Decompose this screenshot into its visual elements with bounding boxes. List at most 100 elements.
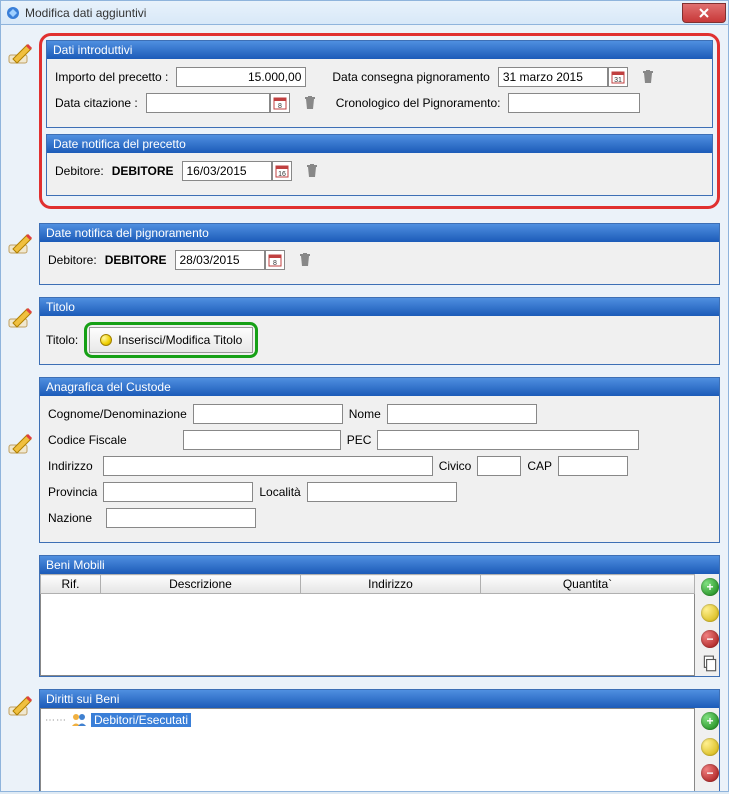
col-quantita: Quantita` [481, 575, 695, 594]
calendar-button-pignoramento[interactable]: 8 [265, 250, 285, 270]
edit-diritti-button[interactable] [701, 738, 719, 756]
panel-header-titolo: Titolo [40, 298, 719, 316]
panel-diritti: Diritti sui Beni ⋯⋯ Debitori/Esecutati [39, 689, 720, 792]
svg-text:16: 16 [278, 171, 286, 178]
trash-icon [642, 70, 654, 84]
date-pignoramento-input[interactable] [175, 250, 265, 270]
panel-notifica-pignoramento: Date notifica del pignoramento Debitore:… [39, 223, 720, 285]
localita-input[interactable] [307, 482, 457, 502]
debitore-label-pignoramento: Debitore: [48, 253, 97, 267]
copy-icon [701, 655, 719, 673]
app-icon [5, 5, 21, 21]
add-diritti-button[interactable]: + [701, 712, 719, 730]
cronologico-input[interactable] [508, 93, 640, 113]
panel-custode: Anagrafica del Custode Cognome/Denominaz… [39, 377, 720, 543]
window-title: Modifica dati aggiuntivi [25, 6, 146, 20]
edit-diritti-icon[interactable] [5, 689, 35, 719]
cf-input[interactable] [183, 430, 341, 450]
col-indirizzo: Indirizzo [301, 575, 481, 594]
edit-notifica-pignoramento-icon[interactable] [5, 227, 35, 257]
panel-notifica-precetto: Date notifica del precetto Debitore: DEB… [46, 134, 713, 196]
panel-header-notifica-pignoramento: Date notifica del pignoramento [40, 224, 719, 242]
trash-citazione[interactable] [302, 93, 318, 113]
data-citazione-input[interactable] [146, 93, 270, 113]
calendar-icon: 8 [268, 253, 282, 267]
panel-header-dati-introduttivi: Dati introduttivi [47, 41, 712, 59]
trash-icon [304, 96, 316, 110]
titolo-label: Titolo: [46, 333, 78, 347]
tree-node-label: Debitori/Esecutati [91, 713, 191, 727]
calendar-icon: 31 [611, 70, 625, 84]
people-icon [71, 713, 87, 727]
tree-node-debitori[interactable]: ⋯⋯ Debitori/Esecutati [45, 713, 690, 727]
remove-diritti-button[interactable]: − [701, 764, 719, 782]
trash-icon [299, 253, 311, 267]
beni-mobili-grid-body[interactable] [40, 594, 695, 676]
nome-input[interactable] [387, 404, 537, 424]
diritti-tree[interactable]: ⋯⋯ Debitori/Esecutati [40, 708, 695, 792]
provincia-label: Provincia [48, 485, 97, 499]
tree-connector-icon: ⋯⋯ [45, 715, 67, 726]
remove-beni-button[interactable]: − [701, 630, 719, 648]
indirizzo-label: Indirizzo [48, 459, 93, 473]
panel-header-custode: Anagrafica del Custode [40, 378, 719, 396]
trash-consegna[interactable] [640, 67, 656, 87]
svg-text:8: 8 [278, 103, 282, 110]
col-rif: Rif. [41, 575, 101, 594]
cap-input[interactable] [558, 456, 628, 476]
edit-custode-icon[interactable] [5, 427, 35, 457]
panel-dati-introduttivi: Dati introduttivi Importo del precetto :… [46, 40, 713, 128]
content-area: Dati introduttivi Importo del precetto :… [0, 24, 729, 792]
add-beni-button[interactable]: + [701, 578, 719, 596]
close-button[interactable] [682, 3, 726, 23]
calendar-button-precetto[interactable]: 16 [272, 161, 292, 181]
pec-label: PEC [347, 433, 372, 447]
col-descrizione: Descrizione [101, 575, 301, 594]
panel-titolo: Titolo Titolo: Inserisci/Modifica Titolo [39, 297, 720, 365]
beni-mobili-table[interactable]: Rif. Descrizione Indirizzo Quantita` [40, 574, 695, 594]
cap-label: CAP [527, 459, 552, 473]
importo-input[interactable] [176, 67, 306, 87]
titlebar: Modifica dati aggiuntivi [0, 0, 729, 24]
calendar-button-consegna[interactable]: 31 [608, 67, 628, 87]
panel-header-notifica-precetto: Date notifica del precetto [47, 135, 712, 153]
titolo-button-label: Inserisci/Modifica Titolo [118, 333, 242, 347]
inserisci-modifica-titolo-button[interactable]: Inserisci/Modifica Titolo [89, 327, 253, 353]
calendar-icon: 8 [273, 96, 287, 110]
nome-label: Nome [349, 407, 381, 421]
cognome-label: Cognome/Denominazione [48, 407, 187, 421]
debitore-name-precetto: DEBITORE [112, 164, 174, 178]
svg-text:31: 31 [614, 77, 622, 84]
cognome-input[interactable] [193, 404, 343, 424]
calendar-button-citazione[interactable]: 8 [270, 93, 290, 113]
calendar-icon: 16 [275, 164, 289, 178]
edit-titolo-icon[interactable] [5, 301, 35, 331]
cf-label: Codice Fiscale [48, 433, 127, 447]
trash-icon [306, 164, 318, 178]
edit-dati-introduttivi-icon[interactable] [5, 37, 35, 67]
close-icon [699, 8, 709, 18]
civico-input[interactable] [477, 456, 521, 476]
panel-header-beni-mobili: Beni Mobili [40, 556, 719, 574]
nazione-input[interactable] [106, 508, 256, 528]
indirizzo-input[interactable] [103, 456, 433, 476]
localita-label: Località [259, 485, 300, 499]
panel-header-diritti: Diritti sui Beni [40, 690, 719, 708]
data-consegna-input[interactable] [498, 67, 608, 87]
pec-input[interactable] [377, 430, 639, 450]
data-consegna-label: Data consegna pignoramento [332, 70, 489, 84]
date-precetto-input[interactable] [182, 161, 272, 181]
status-dot-icon [100, 334, 112, 346]
civico-label: Civico [439, 459, 472, 473]
copy-beni-button[interactable] [701, 656, 719, 672]
debitore-name-pignoramento: DEBITORE [105, 253, 167, 267]
cronologico-label: Cronologico del Pignoramento: [336, 96, 501, 110]
trash-pignoramento[interactable] [297, 250, 313, 270]
panel-beni-mobili: Beni Mobili Rif. Descrizione Indirizzo Q… [39, 555, 720, 677]
nazione-label: Nazione [48, 511, 92, 525]
trash-precetto[interactable] [304, 161, 320, 181]
edit-beni-button[interactable] [701, 604, 719, 622]
debitore-label-precetto: Debitore: [55, 164, 104, 178]
importo-label: Importo del precetto : [55, 70, 168, 84]
provincia-input[interactable] [103, 482, 253, 502]
